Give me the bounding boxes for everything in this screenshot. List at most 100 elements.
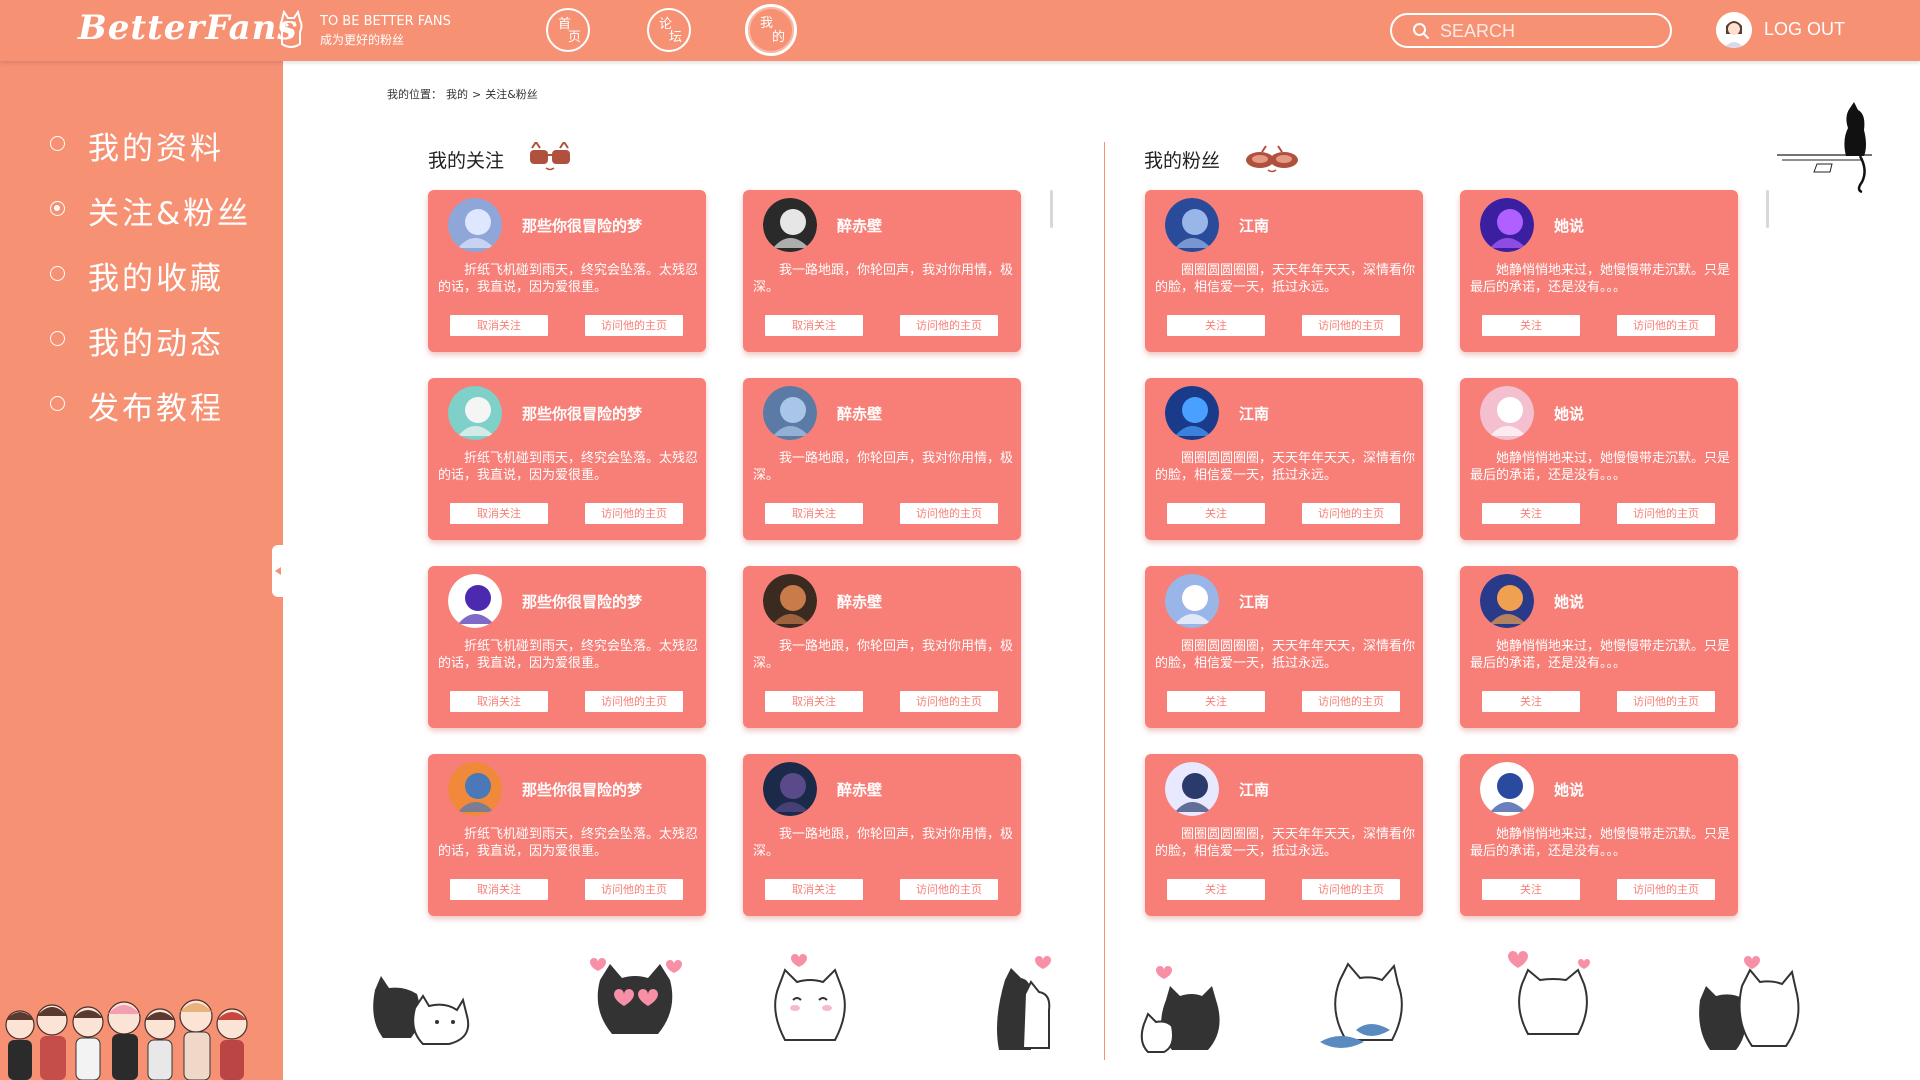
following-card: 那些你很冒险的梦 折纸飞机碰到雨天，终究会坠落。太残忍的话，我直说，因为爱很重。取… <box>428 566 706 728</box>
user-bio: 折纸飞机碰到雨天，终究会坠落。太残忍的话，我直说，因为爱很重。 <box>438 451 699 483</box>
user-avatar[interactable] <box>763 386 817 440</box>
user-avatar[interactable] <box>763 198 817 252</box>
visit-profile-button[interactable]: 访问他的主页 <box>900 503 998 524</box>
visit-profile-button[interactable]: 访问他的主页 <box>1302 503 1400 524</box>
following-scrollbar[interactable] <box>1050 190 1053 228</box>
user-name[interactable]: 醉赤壁 <box>837 779 882 800</box>
user-avatar[interactable] <box>448 762 502 816</box>
search-icon[interactable] <box>1412 22 1430 40</box>
search-input[interactable] <box>1440 19 1660 43</box>
slogan-cn: 成为更好的粉丝 <box>320 33 405 47</box>
user-name[interactable]: 醉赤壁 <box>837 215 882 236</box>
user-name[interactable]: 她说 <box>1554 403 1584 424</box>
fans-scrollbar[interactable] <box>1766 190 1769 228</box>
visit-profile-button[interactable]: 访问他的主页 <box>585 315 683 336</box>
unfollow-button[interactable]: 取消关注 <box>450 691 548 712</box>
waving-cat-hearts-illustration <box>1508 951 1590 1035</box>
logout-link[interactable]: LOG OUT <box>1764 19 1845 40</box>
follow-button[interactable]: 关注 <box>1167 879 1265 900</box>
unfollow-button[interactable]: 取消关注 <box>765 879 863 900</box>
user-avatar[interactable] <box>763 762 817 816</box>
follow-button[interactable]: 关注 <box>1167 503 1265 524</box>
user-name[interactable]: 她说 <box>1554 779 1584 800</box>
user-bio: 圈圈圆圆圈圈，天天年年天天，深情看你的脸，相信爱一天，抵过永远。 <box>1155 639 1416 671</box>
visit-profile-button[interactable]: 访问他的主页 <box>1302 315 1400 336</box>
user-avatar[interactable] <box>1165 386 1219 440</box>
unfollow-button[interactable]: 取消关注 <box>450 315 548 336</box>
unfollow-button[interactable]: 取消关注 <box>450 879 548 900</box>
cat-logo-icon <box>279 10 303 48</box>
user-bio: 她静悄悄地来过，她慢慢带走沉默。只是最后的承诺，还是没有。。。 <box>1470 451 1731 483</box>
nav-mine[interactable]: 我 的 <box>745 4 797 56</box>
nav-home[interactable]: 首 页 <box>546 8 590 52</box>
user-name[interactable]: 那些你很冒险的梦 <box>522 215 642 236</box>
site-logo[interactable]: BetterFans <box>78 8 298 48</box>
user-name[interactable]: 醉赤壁 <box>837 591 882 612</box>
follow-button[interactable]: 关注 <box>1482 879 1580 900</box>
follow-button[interactable]: 关注 <box>1482 691 1580 712</box>
unfollow-button[interactable]: 取消关注 <box>765 503 863 524</box>
user-avatar[interactable] <box>1480 574 1534 628</box>
user-name[interactable]: 江南 <box>1239 591 1269 612</box>
user-name[interactable]: 那些你很冒险的梦 <box>522 779 642 800</box>
user-avatar[interactable] <box>1165 198 1219 252</box>
sidebar-item-label: 关注&粉丝 <box>88 196 252 232</box>
visit-profile-button[interactable]: 访问他的主页 <box>1302 879 1400 900</box>
follow-button[interactable]: 关注 <box>1482 503 1580 524</box>
avatar-image-icon <box>1480 386 1534 440</box>
user-name[interactable]: 她说 <box>1554 215 1584 236</box>
fan-card: 她说她静悄悄地来过，她慢慢带走沉默。只是最后的承诺，还是没有。。。关注 访问他的主… <box>1460 378 1738 540</box>
sidebar-collapse-toggle[interactable] <box>272 545 285 597</box>
visit-profile-button[interactable]: 访问他的主页 <box>585 503 683 524</box>
user-bio: 我一路地跟，你轮回声，我对你用情，极深。 <box>753 263 1014 295</box>
nav-forum[interactable]: 论 坛 <box>647 8 691 52</box>
nav-mine-char2: 的 <box>772 30 786 45</box>
user-avatar[interactable] <box>448 386 502 440</box>
breadcrumb-prefix: 我的位置： <box>387 88 442 101</box>
unfollow-button[interactable]: 取消关注 <box>765 691 863 712</box>
user-bio: 折纸飞机碰到雨天，终究会坠落。太残忍的话，我直说，因为爱很重。 <box>438 827 699 859</box>
user-avatar-icon <box>1716 12 1752 48</box>
user-avatar[interactable] <box>1165 574 1219 628</box>
follow-button[interactable]: 关注 <box>1482 315 1580 336</box>
unfollow-button[interactable]: 取消关注 <box>450 503 548 524</box>
sidebar-item-label: 我的收藏 <box>88 261 224 297</box>
visit-profile-button[interactable]: 访问他的主页 <box>900 691 998 712</box>
user-name[interactable]: 她说 <box>1554 591 1584 612</box>
visit-profile-button[interactable]: 访问他的主页 <box>900 879 998 900</box>
follow-button[interactable]: 关注 <box>1167 691 1265 712</box>
unfollow-button[interactable]: 取消关注 <box>765 315 863 336</box>
follow-button[interactable]: 关注 <box>1167 315 1265 336</box>
user-name[interactable]: 江南 <box>1239 779 1269 800</box>
visit-profile-button[interactable]: 访问他的主页 <box>1617 879 1715 900</box>
visit-profile-button[interactable]: 访问他的主页 <box>1302 691 1400 712</box>
visit-profile-button[interactable]: 访问他的主页 <box>1617 691 1715 712</box>
happy-white-cat-illustration <box>774 954 846 1041</box>
user-name[interactable]: 那些你很冒险的梦 <box>522 591 642 612</box>
breadcrumb-current: 关注&粉丝 <box>485 88 538 101</box>
user-avatar[interactable] <box>1480 198 1534 252</box>
user-name[interactable]: 醉赤壁 <box>837 403 882 424</box>
user-avatar[interactable] <box>1480 762 1534 816</box>
user-bio: 我一路地跟，你轮回声，我对你用情，极深。 <box>753 827 1014 859</box>
visit-profile-button[interactable]: 访问他的主页 <box>585 879 683 900</box>
user-bio: 圈圈圆圆圈圈，天天年年天天，深情看你的脸，相信爱一天，抵过永远。 <box>1155 263 1416 295</box>
user-avatar[interactable] <box>1480 386 1534 440</box>
visit-profile-button[interactable]: 访问他的主页 <box>1617 503 1715 524</box>
breadcrumb-link-mine[interactable]: 我的 <box>446 88 468 101</box>
user-avatar[interactable] <box>763 574 817 628</box>
visit-profile-button[interactable]: 访问他的主页 <box>585 691 683 712</box>
user-avatar[interactable] <box>1165 762 1219 816</box>
avatar-image-icon <box>448 574 502 628</box>
user-avatar[interactable] <box>448 574 502 628</box>
search-box[interactable] <box>1390 13 1672 48</box>
user-avatar[interactable] <box>1716 12 1752 48</box>
user-avatar[interactable] <box>448 198 502 252</box>
following-card: 醉赤壁 我一路地跟，你轮回声，我对你用情，极深。 取消关注 访问他的主页 <box>743 566 1021 728</box>
user-name[interactable]: 那些你很冒险的梦 <box>522 403 642 424</box>
visit-profile-button[interactable]: 访问他的主页 <box>1617 315 1715 336</box>
user-name[interactable]: 江南 <box>1239 403 1269 424</box>
user-name[interactable]: 江南 <box>1239 215 1269 236</box>
visit-profile-button[interactable]: 访问他的主页 <box>900 315 998 336</box>
cat-with-fish-illustration <box>1320 962 1403 1048</box>
